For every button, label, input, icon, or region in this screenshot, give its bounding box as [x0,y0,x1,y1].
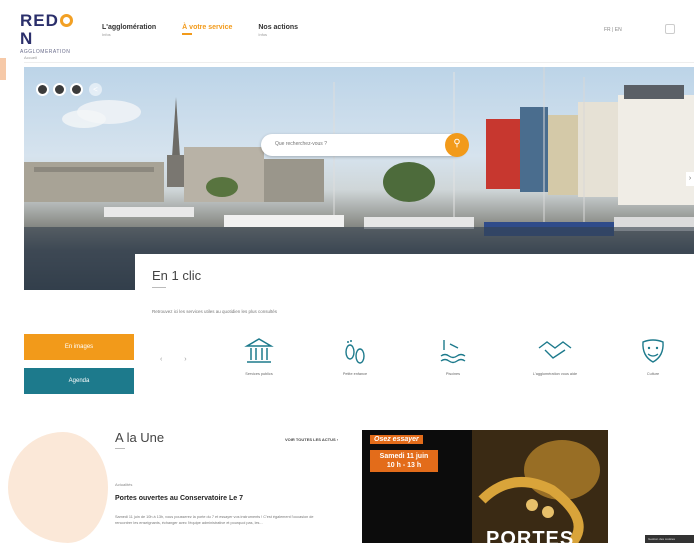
pool-icon [440,340,466,364]
logo-text: REDN [20,12,82,48]
shortcut-label: Petite enfance [342,372,368,376]
nav-active-indicator [182,33,193,35]
account-icon[interactable] [665,24,675,34]
shortcut-services-publics[interactable]: Services publics [224,336,294,376]
nav-service[interactable]: À votre service [182,24,232,37]
main-nav: L'agglomération Infos À votre service No… [102,24,298,37]
breadcrumb[interactable]: Accueil [24,55,37,60]
nav-agglomeration-sub: Infos [102,32,111,37]
all-news-link-label: VOIR TOUTES LES ACTUS [285,437,336,442]
shortcut-label: Services publics [245,372,273,376]
divider [24,62,694,63]
carousel-arrows[interactable]: ‹ › [160,356,197,363]
hero-prev-button[interactable] [53,83,66,96]
shortcut-culture[interactable]: Culture [618,336,688,376]
theater-masks-icon [642,339,664,363]
hero-controls: < [36,83,102,96]
hero-pause-button[interactable] [36,83,49,96]
en-images-button[interactable]: En images [24,334,134,360]
side-accessibility-tab[interactable] [0,58,6,80]
poster-date-line: Samedi 11 juin [379,453,429,460]
clic-panel [135,254,694,314]
hero-next-button[interactable] [70,83,83,96]
article-headline[interactable]: Portes ouvertes au Conservatoire Le 7 [115,495,243,502]
shortcut-label: L'agglomération vous aide [532,372,578,376]
language-switch[interactable]: FR | EN [604,27,622,33]
agenda-button[interactable]: Agenda [24,368,134,394]
decorative-blob [8,432,108,543]
search-input[interactable] [275,141,425,147]
article-excerpt: Samedi 11 juin de 10h à 13h, vous pousse… [115,515,314,525]
shortcut-label: Piscines [445,372,461,376]
nav-service-label: À votre service [182,24,233,31]
shortcut-petite-enfance[interactable]: Petite enfance [320,336,390,376]
search-bar: ⚲ [261,133,469,157]
clic-description: Retrouvez ici les services utiles au quo… [152,309,278,314]
nav-agglomeration[interactable]: L'agglomération Infos [102,24,156,37]
article-image[interactable]: Osez essayer Samedi 11 juin 10 h - 13 h … [362,430,608,543]
handshake-icon [538,341,572,359]
header: REDN AGGLOMERATION L'agglomération Infos… [0,0,694,55]
redon-logo[interactable]: REDN AGGLOMERATION [20,12,82,55]
nav-actions-label: Nos actions [258,24,299,31]
poster-date: Samedi 11 juin 10 h - 13 h [370,450,438,472]
saxophone-illustration [472,430,608,543]
search-icon[interactable]: ⚲ [445,133,469,157]
footprints-icon [345,340,365,364]
all-news-link[interactable]: VOIR TOUTES LES ACTUS › [285,437,338,442]
shortcut-piscines[interactable]: Piscines [418,336,488,376]
poster-tag: Osez essayer [370,435,423,444]
article-category: Actualités [115,482,133,487]
poster-time-line: 10 h - 13 h [386,462,422,469]
chevron-right-icon[interactable]: › [686,172,694,186]
share-icon[interactable]: < [89,83,102,96]
shortcut-label: Culture [646,372,660,376]
shortcut-aide[interactable]: L'agglomération vous aide [520,336,590,376]
clic-title: En 1 clic [152,268,202,283]
nav-actions[interactable]: Nos actions Infos [258,24,298,37]
building-icon [244,338,274,363]
divider [115,448,125,449]
une-title: A la Une [115,430,165,445]
poster-headline: PORTES [486,528,575,543]
nav-agglomeration-label: L'agglomération [102,24,157,31]
divider [152,287,166,288]
nav-actions-sub: Infos [258,32,268,37]
cookie-settings-button[interactable]: Gestion des cookies [645,535,694,543]
